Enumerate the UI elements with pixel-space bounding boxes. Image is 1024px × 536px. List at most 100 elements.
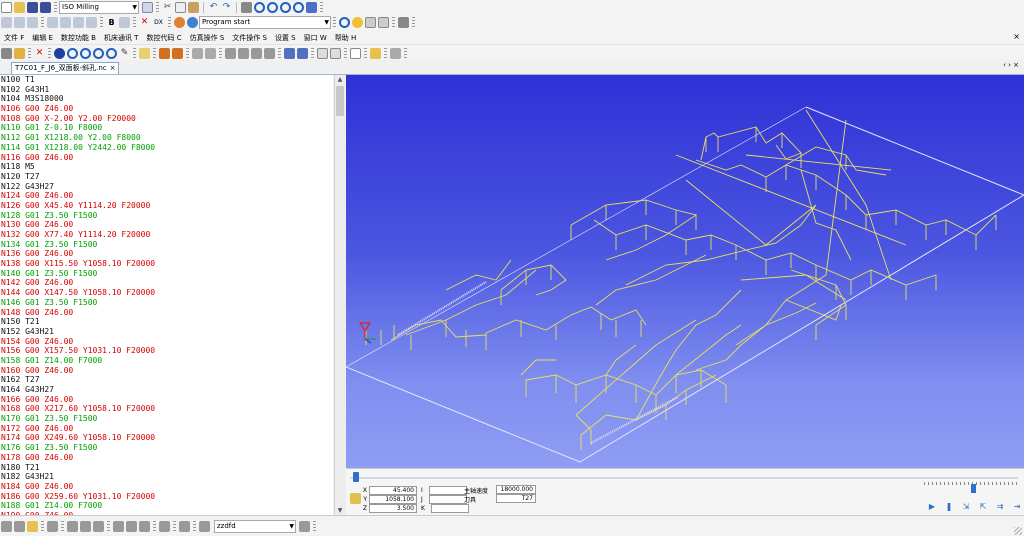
scroll-up-icon[interactable]: ▲ (335, 75, 345, 84)
toolbar-grip[interactable] (41, 17, 44, 28)
folder-icon[interactable] (370, 47, 381, 59)
code-line[interactable]: N166 G00 Z46.00 (0, 395, 333, 405)
view-side-icon[interactable] (251, 47, 262, 59)
stop-icon[interactable]: ✕ (34, 48, 45, 59)
toolbar-grip[interactable] (278, 47, 281, 59)
scroll-down-icon[interactable]: ▼ (335, 506, 345, 515)
code-line[interactable]: N168 G00 X217.60 Y1058.10 F20000 (0, 404, 333, 414)
menu-file[interactable]: 文件 F (0, 33, 28, 43)
properties-icon[interactable] (299, 520, 310, 532)
code-line[interactable]: N134 G01 Z3.50 F1500 (0, 240, 333, 250)
zoom-window-icon[interactable] (106, 47, 117, 59)
code-line[interactable]: N158 G01 Z14.00 F7000 (0, 356, 333, 366)
code-line[interactable]: N124 G00 Z46.00 (0, 191, 333, 201)
close-icon[interactable]: × (1013, 32, 1020, 41)
table-icon[interactable] (86, 17, 97, 28)
code-line[interactable]: N160 G00 Z46.00 (0, 366, 333, 376)
machine-combo[interactable]: ISO Milling ▼ (59, 0, 139, 14)
menu-simulation[interactable]: 仿真操作 S (186, 33, 229, 43)
paste-icon[interactable] (188, 1, 199, 13)
toolbar-grip[interactable] (156, 1, 159, 13)
detail-view-icon[interactable] (80, 520, 91, 532)
menu-settings[interactable]: 设置 S (271, 33, 300, 43)
code-line[interactable]: N132 G00 X77.40 Y1114.20 F20000 (0, 230, 333, 240)
program-combo[interactable]: Program start ▼ (199, 16, 331, 29)
path-dropdown-icon[interactable] (172, 47, 183, 59)
columns-icon[interactable] (93, 520, 104, 532)
grid-small-icon[interactable] (73, 17, 84, 28)
code-line[interactable]: N146 G01 Z3.50 F1500 (0, 298, 333, 308)
code-line[interactable]: N152 G43H21 (0, 327, 333, 337)
code-line[interactable]: N188 G01 Z14.00 F7000 (0, 501, 333, 511)
options-icon[interactable] (390, 47, 401, 59)
step-back-icon[interactable]: ⇱ (977, 502, 989, 512)
copy-small-icon[interactable] (14, 520, 25, 532)
toolbar-grip[interactable] (193, 520, 196, 532)
new-file-icon[interactable] (1, 1, 12, 13)
toolbar-grip[interactable] (384, 47, 387, 59)
code-line[interactable]: N180 T21 (0, 463, 333, 473)
view-iso-icon[interactable] (264, 47, 275, 59)
code-line[interactable]: N186 G00 X259.60 Y1031.10 F20000 (0, 492, 333, 502)
replace-icon[interactable] (280, 1, 291, 13)
toolbar-grip[interactable] (173, 520, 176, 532)
code-line[interactable]: N112 G01 X1218.00 Y2.00 F8000 (0, 133, 333, 143)
speed-slider-knob[interactable] (971, 484, 976, 493)
toolbar-grip[interactable] (153, 520, 156, 532)
toolbar-grip[interactable] (320, 1, 323, 13)
code-line[interactable]: N130 G00 Z46.00 (0, 220, 333, 230)
end-icon[interactable]: ⇥ (1011, 502, 1023, 512)
toolbar-grip[interactable] (333, 17, 336, 28)
transform-icon[interactable] (192, 47, 203, 59)
code-line[interactable]: N100 T1 (0, 75, 333, 85)
code-line[interactable]: N150 T21 (0, 317, 333, 327)
code-line[interactable]: N172 G00 Z46.00 (0, 424, 333, 434)
close-icon[interactable]: × (110, 64, 116, 72)
pen-icon[interactable]: ✎ (119, 48, 130, 59)
fast-forward-icon[interactable]: ⇉ (994, 502, 1006, 512)
simulation-3d-view[interactable] (346, 75, 1024, 468)
tab-active-file[interactable]: T7C01_F_J6_双面板-斜孔.nc × (11, 62, 120, 74)
view-top-icon[interactable] (225, 47, 236, 59)
toolbar-grip[interactable] (412, 17, 415, 28)
code-line[interactable]: N126 G00 X45.40 Y1114.20 F20000 (0, 201, 333, 211)
machine-settings-icon[interactable] (142, 1, 153, 13)
transfer-icon[interactable] (159, 520, 170, 532)
toolbar-grip[interactable] (54, 1, 57, 13)
search-icon[interactable] (339, 17, 350, 28)
toolbar-grip[interactable] (28, 47, 31, 59)
toolbar-grip[interactable] (100, 17, 103, 28)
toolbar-grip[interactable] (392, 17, 395, 28)
code-scrollbar[interactable]: ▲ ▼ (334, 75, 345, 515)
toolbar-grip[interactable] (344, 47, 347, 59)
menu-file-ops[interactable]: 文件操作 S (228, 33, 271, 43)
settings-icon[interactable] (1, 47, 12, 59)
upload-icon[interactable] (179, 520, 190, 532)
menu-machine-comm[interactable]: 机床通讯 T (100, 33, 143, 43)
grid-icon[interactable] (27, 17, 38, 28)
tool-icon[interactable] (14, 47, 25, 59)
pointer-icon[interactable] (350, 493, 361, 504)
code-line[interactable]: N170 G01 Z3.50 F1500 (0, 414, 333, 424)
folder-small-icon[interactable] (27, 520, 38, 532)
toolbar-grip[interactable] (133, 17, 136, 28)
tab-nav-arrows[interactable]: ‹ › × (1003, 61, 1019, 69)
toolbar-grip[interactable] (186, 47, 189, 59)
step-forward-icon[interactable]: ⇲ (960, 502, 972, 512)
path-icon[interactable] (159, 47, 170, 59)
align-icon[interactable] (1, 17, 12, 28)
undo-icon[interactable]: ↶ (208, 2, 219, 13)
save-icon[interactable] (27, 1, 38, 13)
code-line[interactable]: N164 G43H27 (0, 385, 333, 395)
scroll-thumb[interactable] (336, 86, 344, 116)
code-line[interactable]: N162 T27 (0, 375, 333, 385)
code-line[interactable]: N136 G00 Z46.00 (0, 249, 333, 259)
window-list-icon[interactable] (398, 17, 409, 28)
file-combo[interactable]: zzdfd ▼ (214, 519, 296, 533)
code-line[interactable]: N154 G00 Z46.00 (0, 337, 333, 347)
code-line[interactable]: N104 M3S18000 (0, 94, 333, 104)
find-next-icon[interactable] (267, 1, 278, 13)
cut-icon[interactable]: ✂ (162, 2, 173, 13)
progress-slider-knob[interactable] (353, 472, 359, 482)
code-line[interactable]: N176 G01 Z3.50 F1500 (0, 443, 333, 453)
